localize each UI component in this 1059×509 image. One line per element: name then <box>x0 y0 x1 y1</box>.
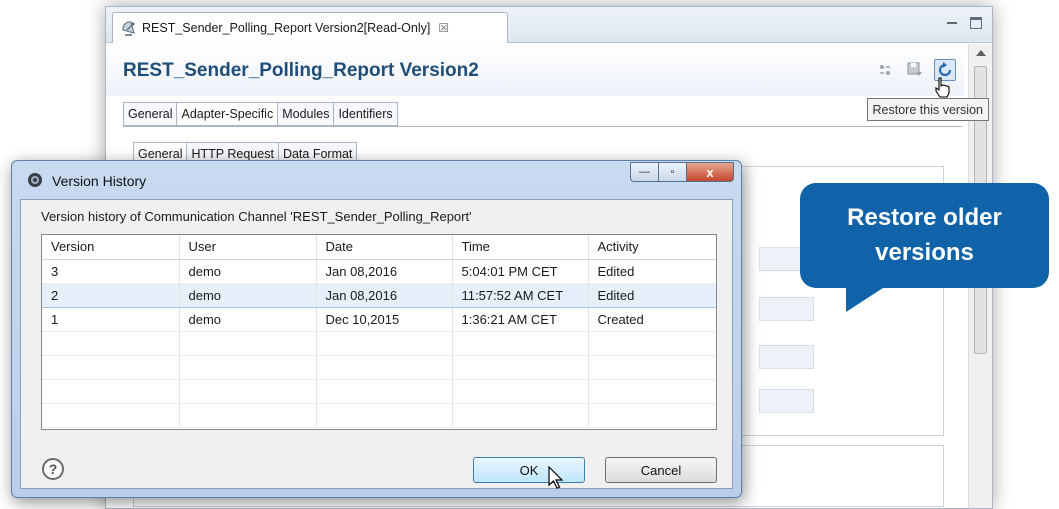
cell-date: Jan 08,2016 <box>316 259 453 284</box>
cell-time: 1:36:21 AM CET <box>452 307 589 332</box>
table-row[interactable]: 1 demo Dec 10,2015 1:36:21 AM CET Create… <box>42 307 716 332</box>
dialog-window-controls: — ▫ x <box>630 162 734 182</box>
cell-version: 3 <box>42 259 180 284</box>
column-header-date[interactable]: Date <box>316 235 453 260</box>
hand-cursor-icon <box>934 76 952 101</box>
dialog-title: Version History <box>52 173 147 189</box>
callout-text: Restore older versions <box>847 203 1002 266</box>
editor-tabbar: REST_Sender_Polling_Report Version2[Read… <box>106 7 992 43</box>
compare-icon[interactable] <box>874 59 896 81</box>
cell-time: 11:57:52 AM CET <box>452 282 589 308</box>
help-icon[interactable]: ? <box>42 458 64 480</box>
settings-field[interactable] <box>759 389 814 413</box>
cell-date: Dec 10,2015 <box>316 307 453 332</box>
minimize-icon[interactable] <box>946 17 958 29</box>
maximize-icon[interactable]: ▫ <box>658 162 686 182</box>
maximize-icon[interactable] <box>970 17 982 29</box>
cell-user: demo <box>179 307 317 332</box>
empty-row <box>42 403 716 428</box>
cell-activity: Created <box>588 307 716 332</box>
cell-date: Jan 08,2016 <box>316 282 453 308</box>
cancel-button[interactable]: Cancel <box>605 457 717 483</box>
close-icon[interactable]: x <box>686 162 734 182</box>
settings-field[interactable] <box>759 345 814 369</box>
save-icon[interactable] <box>904 59 926 81</box>
editor-tab-title: REST_Sender_Polling_Report Version2[Read… <box>142 21 431 35</box>
scroll-up-icon[interactable] <box>976 50 986 56</box>
editor-tabs: General Adapter-Specific Modules Identif… <box>123 102 398 126</box>
table-row[interactable]: 3 demo Jan 08,2016 5:04:01 PM CET Edited <box>42 259 716 284</box>
cell-version: 2 <box>42 282 180 308</box>
callout-tail <box>846 286 886 312</box>
tab-adapter-specific[interactable]: Adapter-Specific <box>176 102 278 126</box>
column-header-time[interactable]: Time <box>452 235 589 260</box>
version-history-dialog: Version History — ▫ x Version history of… <box>11 160 742 498</box>
table-header-row: Version User Date Time Activity <box>42 235 716 260</box>
cell-time: 5:04:01 PM CET <box>452 259 589 284</box>
cell-activity: Edited <box>588 282 716 308</box>
tab-identifiers[interactable]: Identifiers <box>333 102 398 126</box>
dialog-titlebar[interactable]: Version History — ▫ x <box>12 161 741 199</box>
minimize-icon[interactable]: — <box>630 162 658 182</box>
tab-general[interactable]: General <box>123 102 177 126</box>
column-header-activity[interactable]: Activity <box>588 235 716 260</box>
empty-row <box>42 355 716 380</box>
page-title: REST_Sender_Polling_Report Version2 <box>123 60 479 81</box>
tab-modules[interactable]: Modules <box>277 102 334 126</box>
empty-row <box>42 379 716 404</box>
editor-window-controls <box>946 17 982 29</box>
settings-field[interactable] <box>759 297 814 321</box>
callout-bubble: Restore older versions <box>800 183 1049 288</box>
tooltip: Restore this version <box>866 98 989 121</box>
dialog-body: Version history of Communication Channel… <box>20 199 733 489</box>
dialog-description: Version history of Communication Channel… <box>41 209 472 224</box>
column-header-user[interactable]: User <box>179 235 317 260</box>
editor-header: REST_Sender_Polling_Report Version2 <box>106 44 964 96</box>
editor-tab[interactable]: REST_Sender_Polling_Report Version2[Read… <box>112 12 508 43</box>
gear-icon <box>26 171 44 189</box>
cell-user: demo <box>179 259 317 284</box>
satellite-dish-icon <box>121 20 137 36</box>
tab-divider <box>123 126 962 127</box>
close-icon[interactable]: ☒ <box>438 21 449 35</box>
cell-activity: Edited <box>588 259 716 284</box>
column-header-version[interactable]: Version <box>42 235 180 260</box>
empty-row <box>42 331 716 356</box>
cell-user: demo <box>179 282 317 308</box>
version-table: Version User Date Time Activity 3 demo J… <box>41 234 717 430</box>
mouse-pointer-icon <box>548 465 564 493</box>
ok-button[interactable]: OK <box>473 457 585 483</box>
table-row-selected[interactable]: 2 demo Jan 08,2016 11:57:52 AM CET Edite… <box>42 282 716 308</box>
cell-version: 1 <box>42 307 180 332</box>
